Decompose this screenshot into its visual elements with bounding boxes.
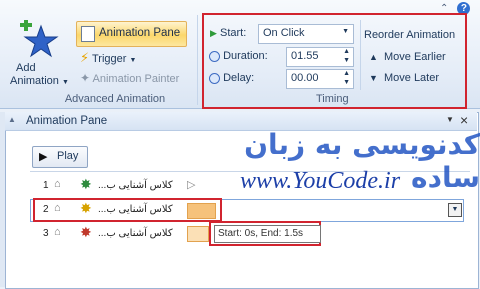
- timing-group-label: Timing: [316, 93, 349, 105]
- spinner-down-icon[interactable]: ▼: [343, 57, 350, 64]
- start-dropdown[interactable]: On Click ▼: [258, 24, 354, 44]
- timing-separator: [360, 20, 361, 90]
- timing-bar[interactable]: [187, 203, 216, 219]
- animation-pane-icon: [81, 26, 95, 42]
- triangle-up-icon: ▲: [369, 52, 378, 62]
- delay-value: 00.00: [291, 72, 319, 84]
- animation-row-number: 1: [43, 180, 49, 191]
- spinner-down-icon[interactable]: ▼: [343, 79, 350, 86]
- animation-pane-button[interactable]: Animation Pane: [76, 21, 187, 47]
- trigger-label: Trigger: [92, 53, 127, 65]
- pane-scroll-up-icon[interactable]: ▲: [8, 115, 16, 124]
- start-label: Start:: [219, 27, 247, 39]
- add-animation-label-1: Add: [16, 62, 36, 74]
- mouse-click-icon: ⌂: [54, 226, 61, 238]
- timing-tooltip: Start: 0s, End: 1.5s: [214, 225, 321, 243]
- animation-painter-button[interactable]: ✦ Animation Painter: [80, 71, 200, 87]
- start-row: ▶ Start:: [210, 27, 246, 39]
- painter-brush-icon: ✦: [80, 71, 91, 85]
- add-animation-button[interactable]: Add Animation ▼: [10, 20, 69, 88]
- animation-row-text: ...کلاس آشنایی ب: [98, 204, 173, 215]
- chevron-down-icon: ▼: [61, 79, 69, 86]
- emphasis-effect-star-icon: ✸: [80, 200, 92, 216]
- spinner-up-icon[interactable]: ▲: [343, 48, 350, 55]
- move-earlier-label: Move Earlier: [383, 51, 446, 63]
- delay-field[interactable]: 00.00 ▲ ▼: [286, 69, 354, 89]
- duration-row: Duration:: [209, 50, 268, 62]
- mouse-click-icon: ⌂: [54, 202, 61, 214]
- advanced-animation-group-label: Advanced Animation: [64, 93, 166, 105]
- animation-painter-label: Animation Painter: [92, 73, 180, 85]
- reorder-animation-title: Reorder Animation: [364, 29, 456, 41]
- mouse-click-icon: ⌂: [54, 178, 61, 190]
- entrance-effect-star-icon: ✸: [80, 176, 92, 192]
- clock-icon: [209, 72, 220, 84]
- star-plus-icon: [20, 20, 59, 58]
- animation-row-text: ...کلاس آشنایی ب: [98, 180, 173, 191]
- play-button[interactable]: ▶ Play: [32, 146, 88, 168]
- play-triangle-icon: ▶: [210, 28, 217, 38]
- timing-bar[interactable]: [187, 226, 209, 242]
- move-later-button[interactable]: ▼ Move Later: [369, 72, 439, 84]
- duration-field[interactable]: 01.55 ▲ ▼: [286, 47, 354, 67]
- clock-icon: [209, 50, 220, 62]
- triangle-down-icon: ▼: [369, 73, 378, 83]
- animation-row-number: 3: [43, 228, 49, 239]
- animation-row-2[interactable]: 2 ⌂ ✸ ...کلاس آشنایی ب ▼: [30, 200, 470, 220]
- pane-menu-icon[interactable]: ▼: [446, 115, 454, 124]
- animation-pane-title: Animation Pane: [26, 115, 108, 127]
- add-animation-label-2: Animation ▼: [10, 75, 69, 87]
- close-icon[interactable]: ×: [460, 112, 468, 128]
- animation-pane-label: Animation Pane: [99, 27, 181, 39]
- lightning-icon: ⚡: [80, 50, 90, 65]
- move-earlier-button[interactable]: ▲ Move Earlier: [369, 51, 446, 63]
- chevron-down-icon: ▼: [129, 57, 137, 64]
- delay-row: Delay:: [209, 72, 254, 84]
- play-icon: ▶: [39, 151, 48, 163]
- play-label: Play: [57, 150, 79, 162]
- duration-value: 01.55: [291, 50, 319, 62]
- delay-label: Delay:: [223, 72, 255, 84]
- chevron-down-icon: ▼: [342, 28, 349, 35]
- watermark-url: www.YouCode.ir: [240, 168, 401, 194]
- animation-row-text: ...کلاس آشنایی ب: [98, 228, 173, 239]
- duration-label: Duration:: [223, 50, 268, 62]
- start-dropdown-value: On Click: [263, 27, 305, 39]
- row-dropdown-button[interactable]: ▼: [448, 203, 462, 217]
- move-later-label: Move Later: [383, 72, 440, 84]
- exit-effect-star-icon: ✸: [80, 224, 92, 240]
- animation-row-number: 2: [43, 204, 49, 215]
- trigger-button[interactable]: ⚡ Trigger ▼: [80, 50, 170, 66]
- group-separator: [197, 15, 198, 105]
- spinner-up-icon[interactable]: ▲: [343, 70, 350, 77]
